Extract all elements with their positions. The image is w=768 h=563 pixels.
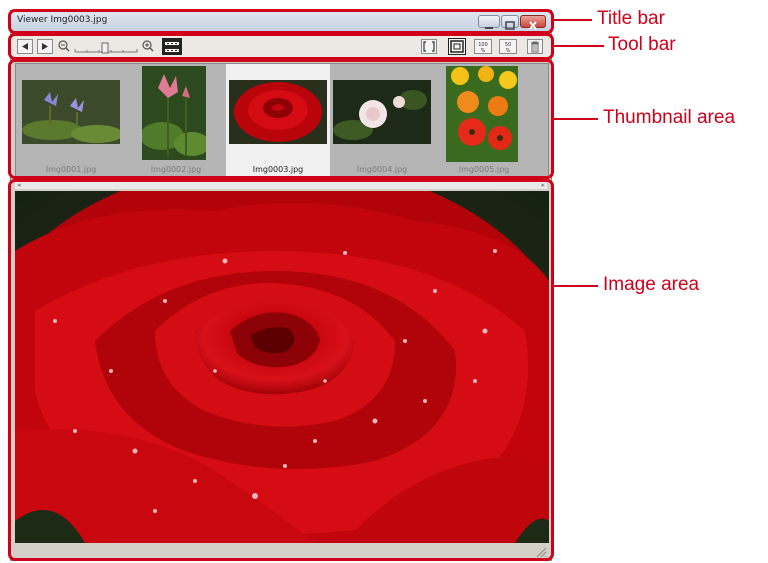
thumbnail-area-callout: Thumbnail area (603, 107, 736, 128)
tool-bar-leader (554, 45, 604, 47)
image-area-callout: Image area (603, 274, 700, 295)
thumbnail-area-highlight (8, 59, 554, 179)
tool-bar-highlight (8, 33, 554, 60)
title-bar-highlight (8, 9, 554, 34)
title-bar-leader (554, 19, 592, 21)
title-bar-callout: Title bar (597, 8, 665, 29)
thumbnail-area-leader (554, 118, 598, 120)
image-area-highlight (8, 179, 554, 561)
tool-bar-callout: Tool bar (608, 34, 676, 55)
image-area-leader (554, 285, 598, 287)
